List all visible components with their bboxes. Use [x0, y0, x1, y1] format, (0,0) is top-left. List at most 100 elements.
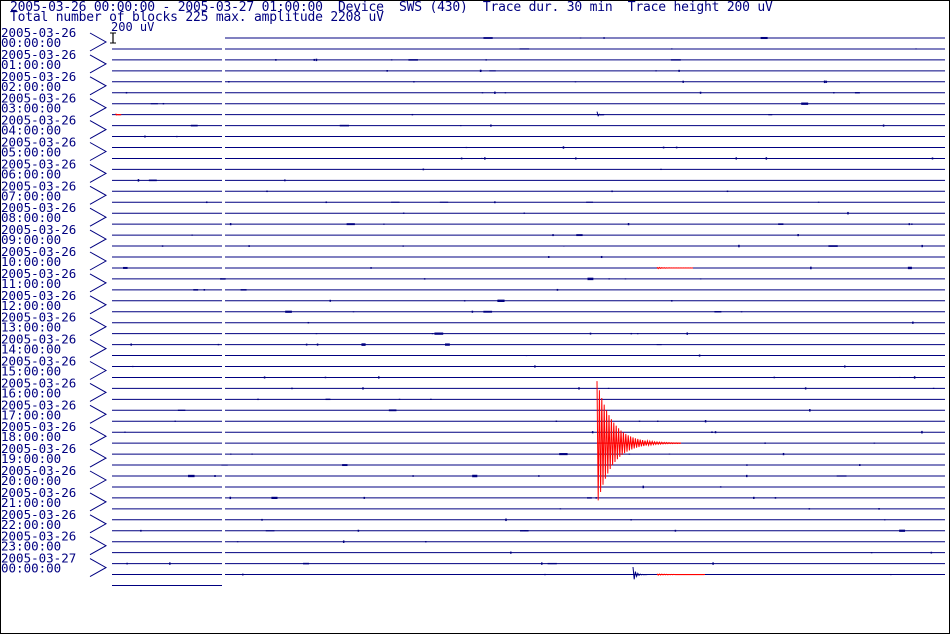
time-labels: 2005-03-2600:00:002005-03-2601:00:002005… [1, 25, 108, 578]
noise-spike [439, 201, 449, 203]
noise-spike [140, 529, 142, 532]
noise-spike [131, 365, 134, 368]
noise-spike [177, 409, 186, 411]
noise-spike [205, 201, 208, 204]
noise-spike [823, 80, 826, 84]
noise-spike [471, 310, 474, 313]
noise-spike [611, 190, 613, 193]
row-arrow [89, 142, 108, 161]
row-arrow [89, 295, 108, 315]
noise-spike [305, 343, 308, 346]
noise-spike [307, 321, 310, 324]
noise-spike [719, 486, 722, 488]
noise-spike [408, 59, 418, 61]
noise-spike [242, 573, 244, 576]
noise-spike [809, 409, 811, 412]
noise-spike [265, 530, 275, 532]
noise-spike [463, 300, 466, 302]
noise-spike [402, 245, 404, 247]
noise-spike [555, 420, 558, 422]
noise-spike [547, 256, 550, 258]
row-arrow [89, 185, 108, 205]
noise-spike [636, 333, 639, 335]
noise-spike [921, 244, 923, 248]
noise-spike [579, 37, 582, 39]
noise-spike [773, 376, 776, 379]
noise-spike [228, 81, 230, 83]
noise-spike [342, 540, 345, 543]
noise-spike [907, 266, 912, 270]
noise-spike [624, 278, 627, 280]
noise-spike [726, 190, 729, 193]
noise-spike [497, 299, 505, 302]
noise-spike [483, 37, 493, 39]
noise-spike [833, 92, 835, 94]
noise-spike [342, 464, 348, 467]
noise-spike [884, 519, 886, 521]
noise-spike [668, 453, 671, 455]
noise-spike [398, 398, 401, 400]
noise-spike [123, 266, 128, 269]
noise-spike [562, 146, 565, 149]
noise-spike [423, 278, 426, 280]
noise-spike [313, 58, 316, 61]
noise-spike [804, 387, 807, 390]
noise-spike [483, 310, 493, 313]
noise-spike [315, 58, 318, 62]
noise-spike [248, 245, 250, 247]
row-arrow [89, 558, 108, 578]
noise-spike [765, 157, 768, 160]
noise-spike [352, 311, 355, 313]
noise-spike [575, 157, 577, 160]
noise-spike [339, 124, 350, 127]
noise-spike [847, 211, 849, 215]
noise-spike [137, 179, 140, 182]
noise-spike [578, 387, 580, 390]
noise-spike [608, 278, 610, 280]
noise-spike [161, 245, 164, 247]
scale-bar [110, 32, 116, 44]
noise-spike [325, 398, 331, 401]
noise-spike [203, 289, 206, 291]
noise-spike [778, 223, 784, 225]
noise-spike [402, 212, 405, 214]
noise-spike [671, 48, 673, 50]
noise-spike [698, 354, 701, 357]
noise-spike [547, 562, 557, 565]
row-arrow [89, 229, 108, 249]
noise-spike [196, 256, 198, 258]
noise-spike [768, 114, 773, 116]
noise-spike [251, 453, 253, 455]
noise-spike [229, 223, 232, 226]
noise-spike [125, 91, 128, 94]
noise-spike [538, 475, 540, 477]
noise-spike [485, 59, 487, 61]
noise-spike [656, 344, 662, 346]
noise-spike [660, 168, 662, 171]
noise-spike [760, 36, 768, 40]
noise-spike [494, 91, 496, 94]
noise-spike [797, 234, 799, 237]
noise-spike [662, 146, 665, 149]
noise-spike [460, 157, 463, 160]
noise-spike [494, 201, 496, 204]
noise-spike [303, 562, 310, 565]
noise-spike [534, 365, 536, 368]
noise-spike [325, 201, 328, 204]
noise-spike [266, 190, 268, 193]
noise-spike [271, 496, 278, 500]
noise-spike [675, 146, 678, 149]
row-arrow [89, 426, 108, 446]
noise-spike [490, 124, 492, 127]
noise-spike [801, 102, 809, 105]
noise-spike [678, 69, 680, 72]
row-arrow [89, 404, 108, 424]
noise-spike [638, 420, 641, 422]
noise-spike [655, 70, 657, 72]
noise-spike [912, 321, 914, 324]
noise-spike [930, 551, 933, 554]
seismic-event [656, 266, 694, 270]
noise-spike [899, 529, 906, 532]
row-arrow [89, 98, 108, 118]
noise-spike [236, 541, 239, 543]
